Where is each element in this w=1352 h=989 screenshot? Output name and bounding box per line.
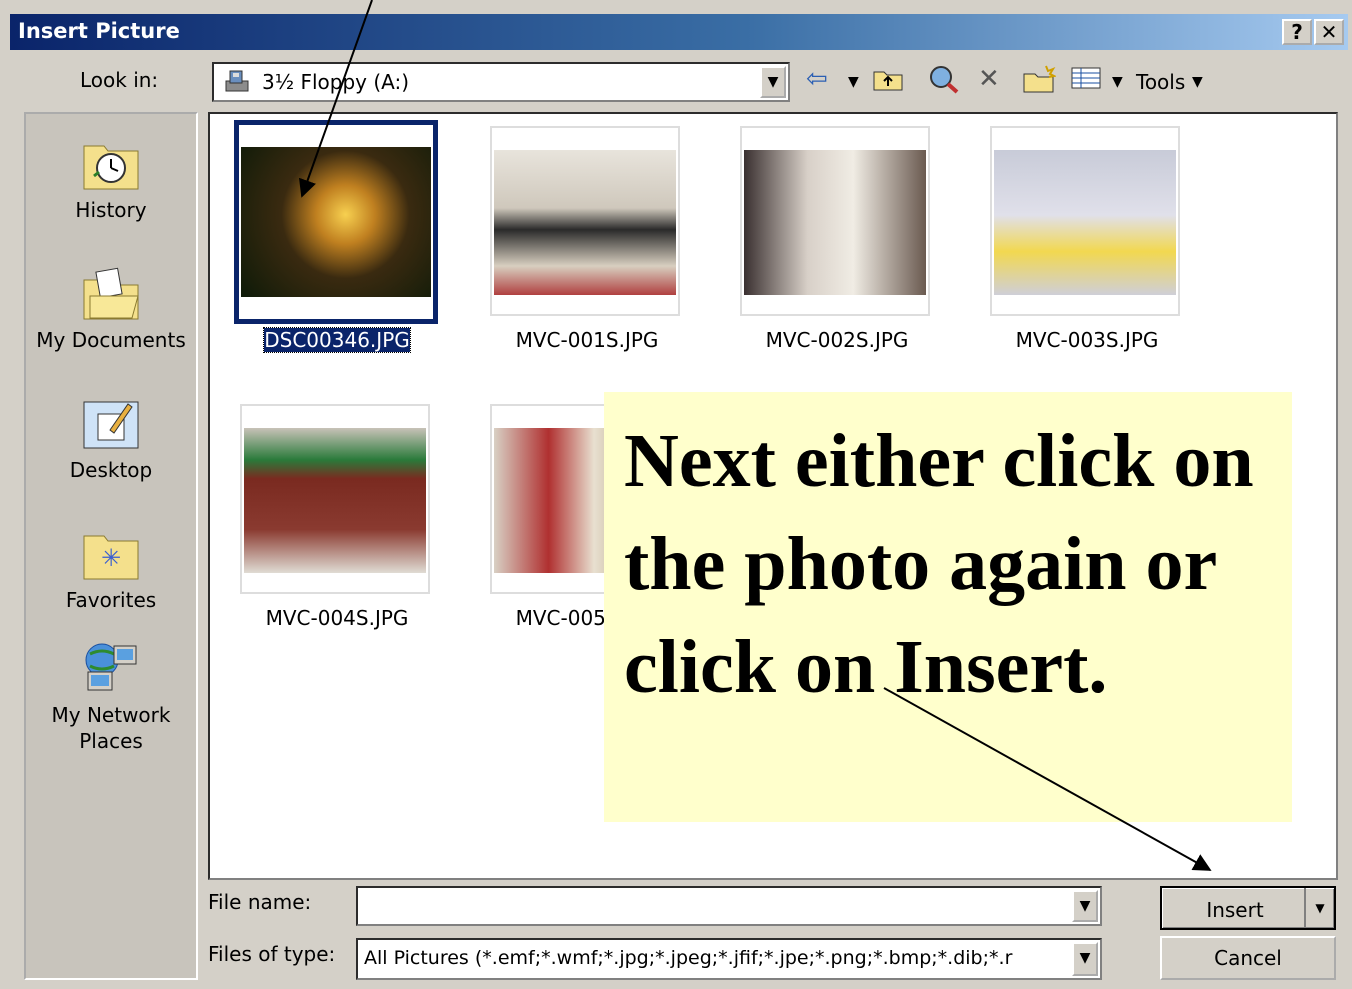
insert-picture-dialog: Insert Picture ? ✕ Look in: 3½ Floppy (A… — [0, 0, 1352, 989]
arrow-to-insert — [883, 687, 1212, 871]
annotation-arrows — [298, 0, 1212, 871]
arrow-to-photo — [298, 0, 373, 198]
